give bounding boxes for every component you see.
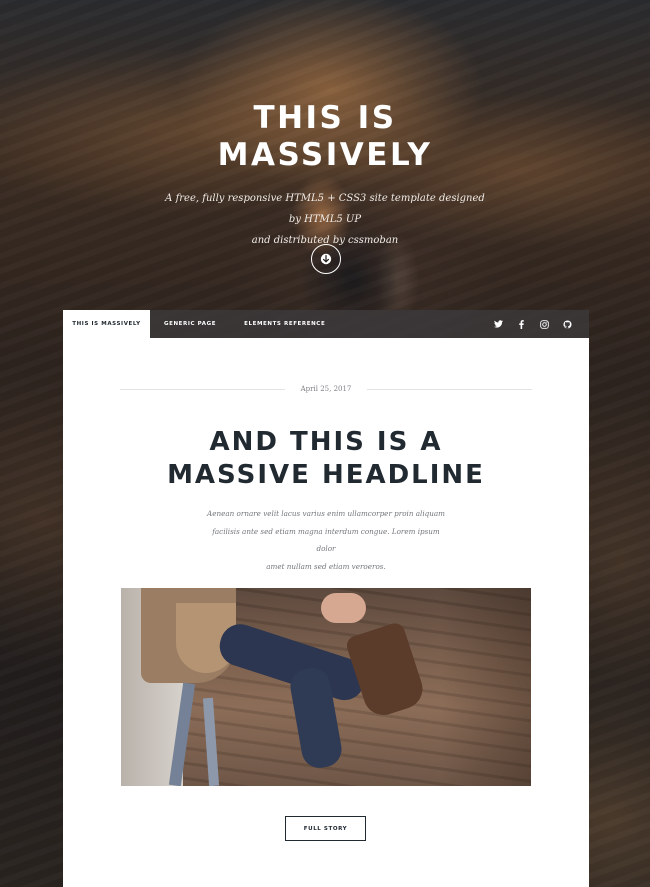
twitter-icon[interactable] (492, 318, 504, 330)
post-excerpt: Aenean ornare velit lacus varius enim ul… (203, 505, 449, 575)
hero-title: THIS IS MASSIVELY (0, 100, 650, 174)
post-excerpt-line-3: amet nullam sed etiam veroeros. (266, 561, 386, 571)
post-headline-line-2: MASSIVE HEADLINE (167, 460, 485, 490)
hero-title-line-1: THIS IS (253, 100, 397, 136)
image-hand (321, 593, 366, 623)
nav-item-generic-page[interactable]: GENERIC PAGE (150, 310, 230, 338)
hero-title-line-2: MASSIVELY (217, 137, 433, 173)
date-divider-left (120, 388, 285, 390)
facebook-icon[interactable] (515, 318, 527, 330)
post-excerpt-line-1: Aenean ornare velit lacus varius enim ul… (207, 509, 445, 518)
github-icon[interactable] (561, 318, 573, 330)
post-headline-line-1: AND THIS IS A (209, 427, 443, 457)
image-stool-leg-2 (202, 697, 220, 786)
main-nav: THIS IS MASSIVELY GENERIC PAGE ELEMENTS … (63, 310, 589, 338)
nav-item-elements-reference[interactable]: ELEMENTS REFERENCE (230, 310, 339, 338)
post-excerpt-line-2: facilisis ante sed etiam magna interdum … (212, 526, 440, 554)
hero-subtitle: A free, fully responsive HTML5 + CSS3 si… (160, 188, 490, 251)
post-date: April 25, 2017 (300, 385, 352, 393)
nav-item-this-is-massively[interactable]: THIS IS MASSIVELY (63, 310, 150, 338)
arrow-down-icon (320, 253, 332, 265)
post-headline[interactable]: AND THIS IS A MASSIVE HEADLINE (63, 426, 589, 492)
scroll-down-button[interactable] (311, 244, 341, 274)
hero-subtitle-line-1: A free, fully responsive HTML5 + CSS3 si… (165, 193, 485, 225)
full-story-button[interactable]: FULL STORY (285, 816, 366, 841)
instagram-icon[interactable] (538, 318, 550, 330)
image-boot (344, 620, 428, 721)
date-row: April 25, 2017 (120, 382, 533, 396)
post-panel: April 25, 2017 AND THIS IS A MASSIVE HEA… (63, 338, 589, 887)
image-shadow (441, 588, 531, 786)
post-image[interactable] (121, 588, 531, 786)
date-divider-right (367, 388, 533, 390)
social-links (492, 318, 589, 330)
